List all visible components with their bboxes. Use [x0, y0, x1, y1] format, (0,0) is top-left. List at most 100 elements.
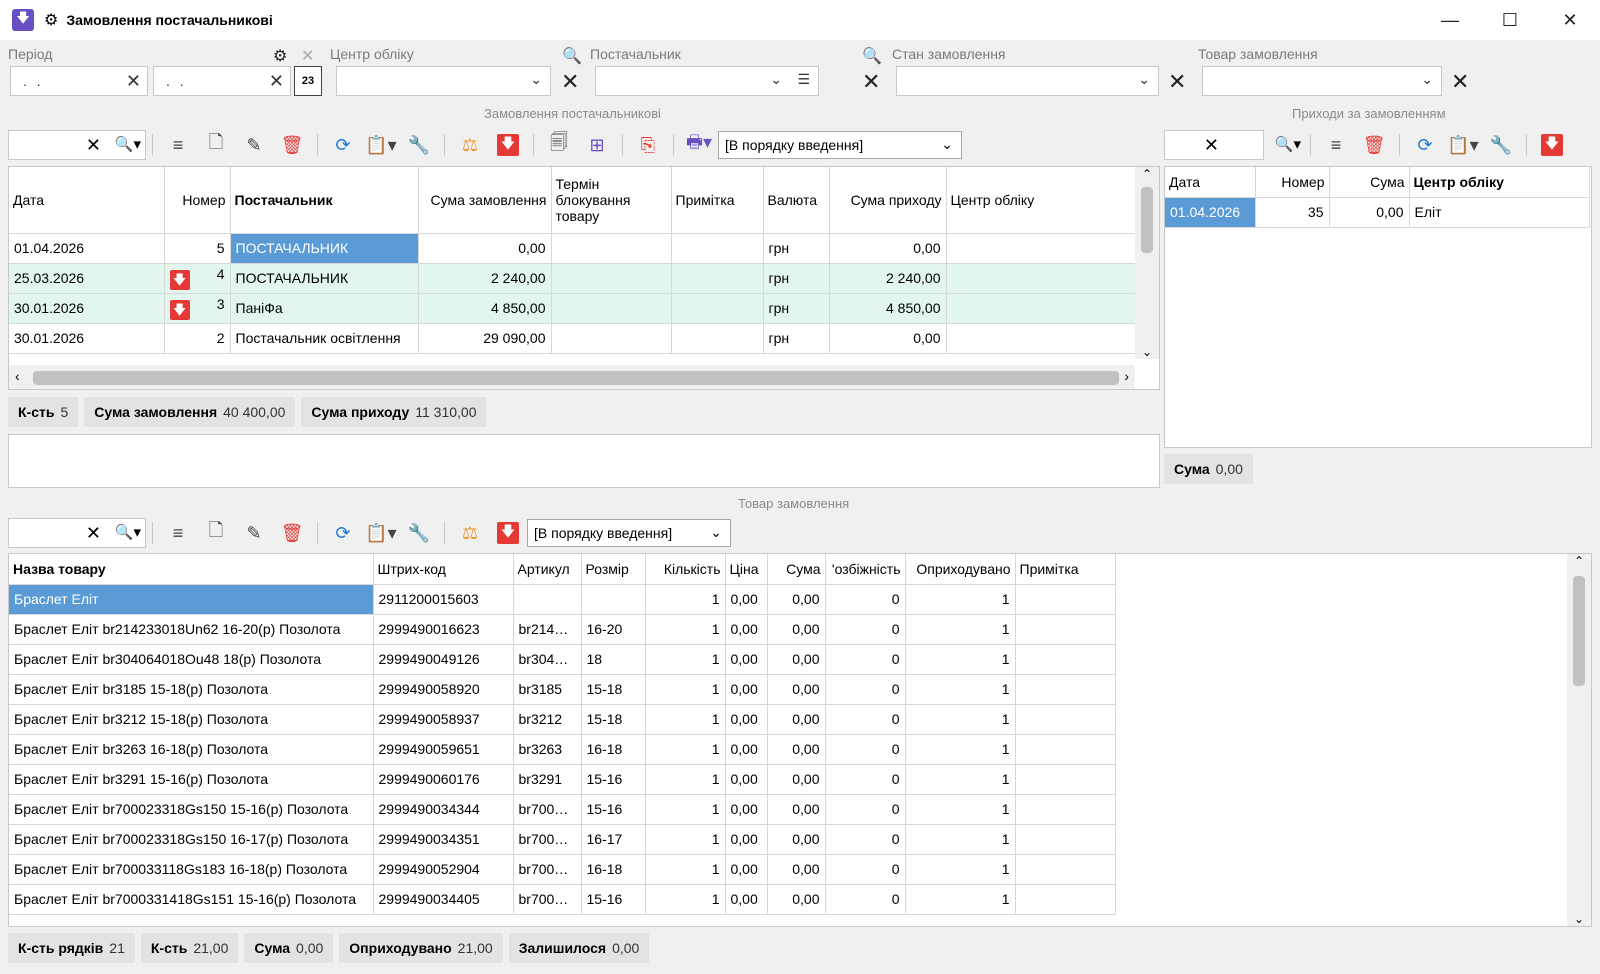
- maximize-button[interactable]: ☐: [1480, 0, 1540, 40]
- download-icon[interactable]: 🡇: [489, 518, 527, 548]
- orders-horizontal-scrollbar[interactable]: ‹ ›: [9, 365, 1135, 389]
- col-received[interactable]: Оприходувано: [905, 554, 1016, 585]
- chevron-down-icon[interactable]: ⌄: [1135, 345, 1159, 359]
- col-diff[interactable]: 'озбіжність: [825, 554, 906, 585]
- refresh-icon[interactable]: ⟳: [324, 518, 362, 548]
- items-sort-select[interactable]: [В порядку введення] ⌄: [527, 519, 731, 547]
- add-document-icon[interactable]: 🗋: [197, 130, 235, 160]
- table-row[interactable]: Браслет Еліт br700023318Gs150 16-17(р) П…: [9, 824, 1116, 855]
- col-date[interactable]: Дата: [9, 167, 165, 234]
- chevron-right-icon[interactable]: ›: [1124, 368, 1129, 384]
- col-note[interactable]: Примітка: [1015, 554, 1116, 585]
- search-icon[interactable]: 🔍▾: [115, 523, 141, 541]
- state-select[interactable]: ⌄: [896, 66, 1159, 96]
- col-center[interactable]: Центр обліку: [1409, 167, 1590, 198]
- center-select[interactable]: ⌄: [336, 66, 551, 96]
- col-qty[interactable]: Кількість: [645, 554, 726, 585]
- filter-icon[interactable]: ≡: [159, 130, 197, 160]
- table-row[interactable]: 01.04.2026 5 ПОСТАЧАЛЬНИК 0,00 грн 0,00: [9, 233, 1136, 264]
- search-icon[interactable]: 🔍▾: [115, 135, 141, 153]
- import-icon[interactable]: ⊞: [578, 130, 616, 160]
- refresh-icon[interactable]: ⟳: [324, 130, 362, 160]
- orders-search-input[interactable]: ✕ 🔍▾: [8, 130, 146, 160]
- col-date[interactable]: Дата: [1165, 167, 1256, 198]
- delete-icon[interactable]: 🗑: [273, 518, 311, 548]
- search-icon[interactable]: 🔍: [562, 46, 582, 66]
- col-number[interactable]: Номер: [1255, 167, 1330, 198]
- col-price[interactable]: Ціна: [725, 554, 768, 585]
- receipts-search-input[interactable]: ✕ 🔍▾: [1164, 130, 1301, 160]
- chevron-left-icon[interactable]: ‹: [15, 368, 20, 384]
- col-size[interactable]: Розмір: [581, 554, 646, 585]
- table-row[interactable]: Браслет Еліт br214233018Un62 16-20(р) По…: [9, 614, 1116, 645]
- items-vertical-scrollbar[interactable]: ⌃ ⌄: [1567, 554, 1591, 926]
- wrench-icon[interactable]: 🔧: [400, 518, 438, 548]
- close-icon[interactable]: ✕: [301, 46, 314, 66]
- scroll-thumb[interactable]: [1141, 187, 1153, 253]
- clear-icon[interactable]: ✕: [269, 71, 284, 92]
- table-row[interactable]: Браслет Еліт br3263 16-18(р) Позолота 299…: [9, 734, 1116, 765]
- calendar-icon[interactable]: 23: [294, 66, 322, 96]
- items-search-input[interactable]: ✕ 🔍▾: [8, 518, 146, 548]
- col-note[interactable]: Примітка: [671, 167, 764, 234]
- col-block-term[interactable]: Термін блокування товару: [551, 167, 672, 234]
- table-row[interactable]: 25.03.2026 🡇 4 ПОСТАЧАЛЬНИК 2 240,00 грн 2 240…: [9, 263, 1136, 294]
- col-barcode[interactable]: Штрих-код: [373, 554, 514, 585]
- table-row[interactable]: Браслет Еліт br3291 15-16(р) Позолота 299…: [9, 764, 1116, 795]
- clear-icon[interactable]: ✕: [86, 135, 101, 156]
- table-row[interactable]: Браслет Еліт br700033118Gs183 16-18(р) П…: [9, 854, 1116, 885]
- refresh-icon[interactable]: ⟳: [1406, 130, 1444, 160]
- search-icon[interactable]: 🔍: [862, 46, 882, 66]
- download-icon[interactable]: 🡇: [489, 130, 527, 160]
- table-row[interactable]: 30.01.2026 2 Постачальник освітлення 29 090…: [9, 323, 1136, 354]
- col-order-sum[interactable]: Сума замовлення: [418, 167, 552, 234]
- weights-icon[interactable]: ⚖: [451, 518, 489, 548]
- filter-icon[interactable]: ≡: [1317, 130, 1355, 160]
- add-document-icon[interactable]: 🗋: [197, 518, 235, 548]
- close-button[interactable]: ✕: [1540, 0, 1600, 40]
- clipboard-icon[interactable]: 📋▾: [1444, 130, 1482, 160]
- chevron-up-icon[interactable]: ⌃: [1567, 554, 1591, 568]
- table-row[interactable]: Браслет Еліт br700023318Gs150 15-16(р) П…: [9, 794, 1116, 825]
- col-income-sum[interactable]: Сума приходу: [829, 167, 947, 234]
- minimize-button[interactable]: —: [1420, 0, 1480, 40]
- scroll-thumb[interactable]: [33, 371, 1119, 385]
- list-icon[interactable]: ☰: [797, 71, 810, 88]
- clear-supplier-icon[interactable]: ✕: [862, 69, 880, 95]
- chevron-up-icon[interactable]: ⌃: [1135, 167, 1159, 181]
- table-row[interactable]: 30.01.2026 🡇 3 ПаніФа 4 850,00 грн 4 850,00: [9, 293, 1136, 324]
- item-select[interactable]: ⌄: [1202, 66, 1442, 96]
- receive-icon[interactable]: ⎘: [629, 130, 667, 160]
- table-row[interactable]: Браслет Еліт br304064018Ou48 18(р) Позол…: [9, 644, 1116, 675]
- orders-vertical-scrollbar[interactable]: ⌃ ⌄: [1135, 167, 1159, 359]
- date-to-field[interactable]: . . ✕: [153, 66, 291, 96]
- col-number[interactable]: Номер: [164, 167, 231, 234]
- col-sum[interactable]: Сума: [1329, 167, 1410, 198]
- edit-icon[interactable]: ✎: [235, 130, 273, 160]
- table-row[interactable]: 01.04.2026 35 0,00 Еліт: [1165, 197, 1590, 228]
- col-currency[interactable]: Валюта: [763, 167, 830, 234]
- weights-icon[interactable]: ⚖: [451, 130, 489, 160]
- clear-icon[interactable]: ✕: [1204, 135, 1219, 156]
- clear-icon[interactable]: ✕: [86, 523, 101, 544]
- download-icon[interactable]: 🡇: [1533, 130, 1571, 160]
- clipboard-icon[interactable]: 📋▾: [362, 130, 400, 160]
- table-row[interactable]: Браслет Еліт br7000331418Gs151 15-16(р) …: [9, 884, 1116, 915]
- print-icon[interactable]: 🖶▾: [680, 130, 718, 160]
- date-from-field[interactable]: . . ✕: [10, 66, 148, 96]
- gear-icon[interactable]: ⚙: [273, 46, 287, 66]
- wrench-icon[interactable]: 🔧: [1482, 130, 1520, 160]
- col-article[interactable]: Артикул: [513, 554, 582, 585]
- col-sum[interactable]: Сума: [767, 554, 826, 585]
- clear-state-icon[interactable]: ✕: [1168, 69, 1186, 95]
- delete-icon[interactable]: 🗑: [273, 130, 311, 160]
- chevron-down-icon[interactable]: ⌄: [1567, 912, 1591, 926]
- order-note-area[interactable]: [8, 434, 1160, 488]
- edit-icon[interactable]: ✎: [235, 518, 273, 548]
- copy-document-icon[interactable]: 🗐: [540, 130, 578, 160]
- delete-icon[interactable]: 🗑: [1355, 130, 1393, 160]
- table-row[interactable]: Браслет Еліт br3212 15-18(р) Позолота 299…: [9, 704, 1116, 735]
- table-row[interactable]: Браслет Еліт 2911200015603 1 0,00 0,00 0 1: [9, 584, 1116, 615]
- orders-sort-select[interactable]: [В порядку введення] ⌄: [718, 131, 962, 159]
- gear-icon[interactable]: ⚙: [44, 10, 58, 30]
